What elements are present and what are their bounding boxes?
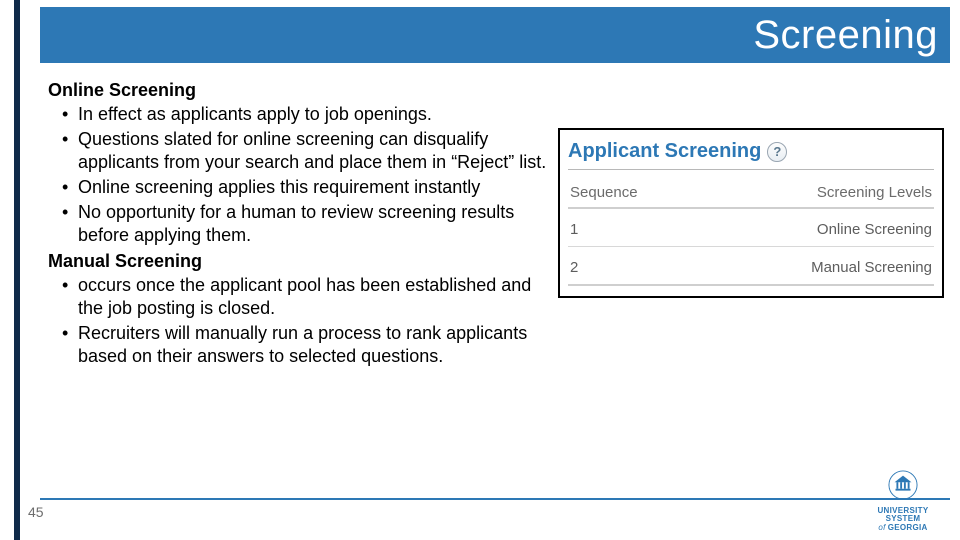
slide-title: Screening xyxy=(753,13,938,58)
col-levels: Screening Levels xyxy=(817,184,932,201)
logo-text-line1: UNIVERSITY SYSTEM xyxy=(860,507,946,524)
section-heading-online: Online Screening xyxy=(48,80,548,101)
manual-bullets: occurs once the applicant pool has been … xyxy=(48,274,548,368)
usg-logo: UNIVERSITY SYSTEM ofGEORGIA xyxy=(860,470,946,532)
bullet-item: Questions slated for online screening ca… xyxy=(48,128,548,174)
screenshot-panel: Applicant Screening ? Sequence Screening… xyxy=(558,128,944,298)
cell-level: Manual Screening xyxy=(811,259,932,276)
panel-title: Applicant Screening xyxy=(568,140,761,163)
left-accent-bar xyxy=(14,0,20,540)
building-icon xyxy=(888,470,918,500)
footer-rule xyxy=(40,498,950,500)
table-header: Sequence Screening Levels xyxy=(568,180,934,209)
cell-seq: 2 xyxy=(570,259,578,276)
table-row: 1 Online Screening xyxy=(568,209,934,247)
online-bullets: In effect as applicants apply to job ope… xyxy=(48,103,548,247)
bullet-item: Online screening applies this requiremen… xyxy=(48,176,548,199)
cell-level: Online Screening xyxy=(817,221,932,238)
cell-seq: 1 xyxy=(570,221,578,238)
body-text: Online Screening In effect as applicants… xyxy=(48,78,548,372)
slide: Screening Online Screening In effect as … xyxy=(0,0,960,540)
help-icon[interactable]: ? xyxy=(767,142,787,162)
page-number: 45 xyxy=(28,504,44,520)
panel-header: Applicant Screening ? xyxy=(568,136,934,170)
bullet-item: No opportunity for a human to review scr… xyxy=(48,201,548,247)
logo-text-line2: ofGEORGIA xyxy=(860,524,946,532)
screening-table: Sequence Screening Levels 1 Online Scree… xyxy=(568,180,934,286)
bullet-item: occurs once the applicant pool has been … xyxy=(48,274,548,320)
title-bar: Screening xyxy=(40,7,950,63)
section-heading-manual: Manual Screening xyxy=(48,251,548,272)
bullet-item: Recruiters will manually run a process t… xyxy=(48,322,548,368)
bullet-item: In effect as applicants apply to job ope… xyxy=(48,103,548,126)
table-row: 2 Manual Screening xyxy=(568,247,934,286)
col-sequence: Sequence xyxy=(570,184,638,201)
